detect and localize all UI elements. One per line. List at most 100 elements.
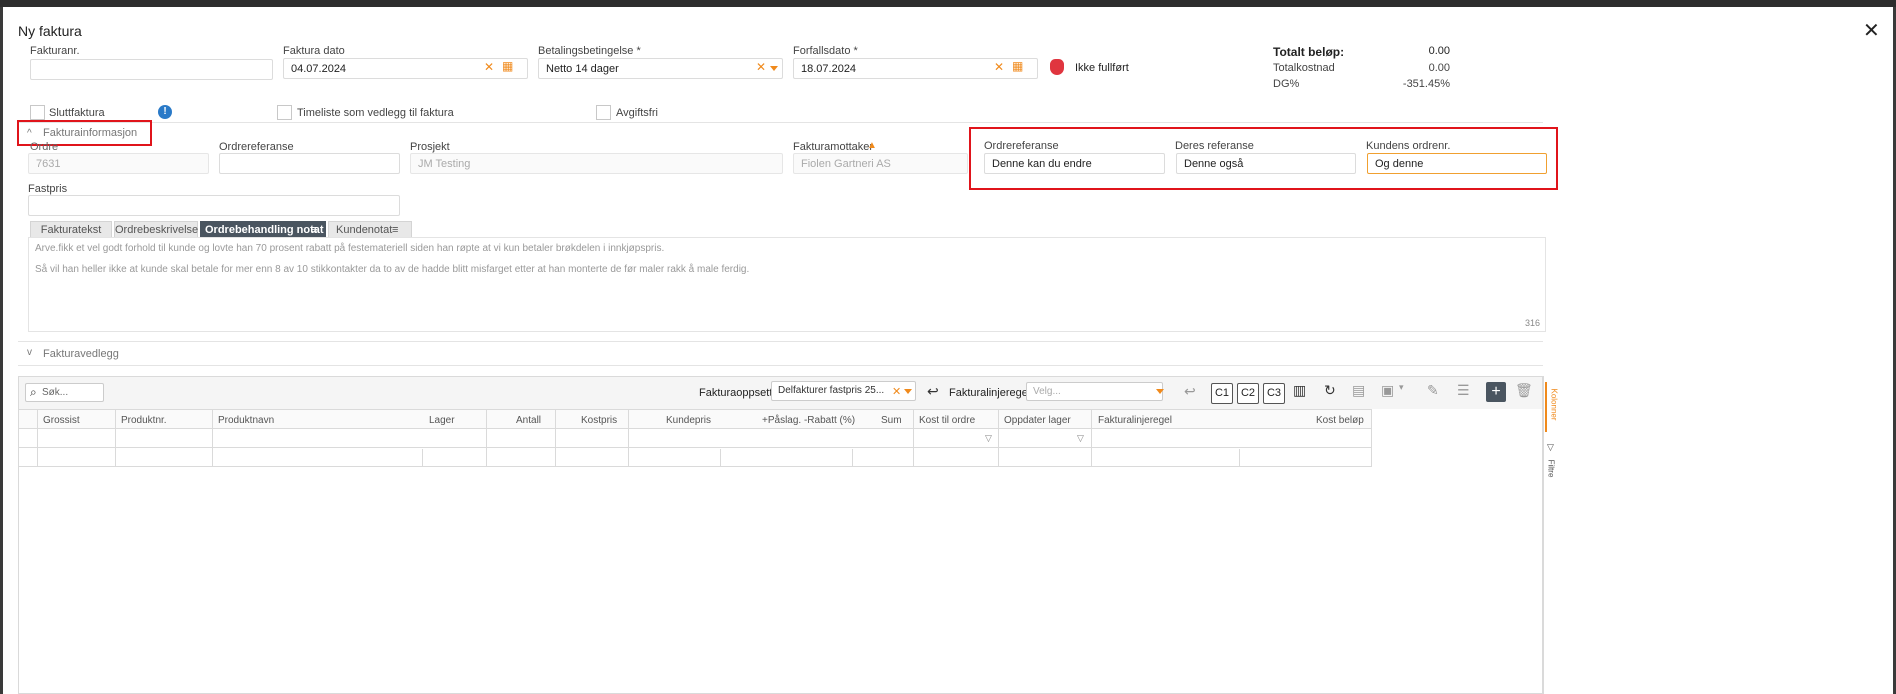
undo-icon[interactable]: ↩: [1184, 383, 1196, 400]
refresh-icon[interactable]: ↻: [1324, 382, 1336, 399]
clear-icon[interactable]: ✕: [892, 385, 901, 398]
col-lager[interactable]: Lager: [429, 415, 455, 426]
payment-terms-select[interactable]: Netto 14 dager: [538, 58, 783, 79]
customer-order-input[interactable]: Og denne: [1367, 153, 1547, 174]
col-paslag-rabatt[interactable]: +Påslag. -Rabatt (%): [762, 415, 855, 426]
col-produktnavn[interactable]: Produktnavn: [218, 415, 274, 426]
chevron-down-icon[interactable]: ▾: [1399, 382, 1404, 393]
undo-icon[interactable]: ↩: [927, 383, 939, 400]
timesheet-label: Timeliste som vedlegg til faktura: [297, 107, 454, 119]
status-text: Ikke fullført: [1075, 62, 1129, 74]
calendar-icon[interactable]: ▦: [1012, 59, 1023, 73]
col-oppdater-lager[interactable]: Oppdater lager: [1004, 415, 1071, 426]
due-date-value: 18.07.2024: [801, 63, 857, 75]
clear-icon[interactable]: ✕: [994, 60, 1004, 74]
tab-ordrebehandling-notat[interactable]: Ordrebehandling notat ≡: [200, 221, 326, 238]
table-row[interactable]: [19, 449, 1372, 467]
side-tab-filters[interactable]: ▽ Filtre: [1545, 442, 1557, 484]
recipient-label: Fakturamottaker: [793, 141, 874, 153]
section-attach-title[interactable]: Fakturavedlegg: [43, 348, 119, 360]
calendar-icon[interactable]: ▦: [502, 59, 513, 73]
col-sum[interactable]: Sum: [881, 415, 902, 426]
columns-icon[interactable]: ▥: [1293, 382, 1306, 399]
col-kost-belop[interactable]: Kost beløp: [1316, 415, 1364, 426]
section-info-title[interactable]: Fakturainformasjon: [43, 127, 137, 139]
order-label: Ordre: [30, 141, 59, 153]
col-produktnr[interactable]: Produktnr.: [121, 415, 167, 426]
col-divider: [1239, 449, 1240, 467]
add-row-button[interactable]: +: [1486, 382, 1506, 402]
trash-icon[interactable]: 🗑: [1515, 382, 1533, 399]
col-fakturalinjeregel[interactable]: Fakturalinjeregel: [1098, 415, 1172, 426]
col-divider: [37, 409, 38, 467]
timesheet-checkbox[interactable]: [277, 105, 292, 120]
their-ref-input[interactable]: Denne også: [1176, 153, 1356, 174]
final-invoice-label: Sluttfaktura: [49, 107, 105, 119]
chevron-down-icon[interactable]: [904, 389, 912, 394]
rule-placeholder: Velg...: [1033, 386, 1061, 397]
chevron-down-icon[interactable]: [770, 66, 778, 71]
chevron-down-icon[interactable]: [1156, 389, 1164, 394]
clear-icon[interactable]: ✕: [484, 60, 494, 74]
their-ref-label: Deres referanse: [1175, 140, 1254, 152]
filter-icon[interactable]: ▽: [985, 433, 992, 444]
search-input[interactable]: ⌕ Søk...: [25, 383, 104, 402]
tab-label: Ordrebehandling notat: [205, 224, 324, 236]
dg-label: DG%: [1273, 78, 1300, 90]
tab-ordrebeskrivelse[interactable]: Ordrebeskrivelse: [114, 221, 198, 238]
final-invoice-checkbox[interactable]: [30, 105, 45, 120]
col-grossist[interactable]: Grossist: [43, 415, 80, 426]
divider: [18, 122, 1543, 123]
c1-button[interactable]: C1: [1211, 383, 1233, 404]
project-input: JM Testing: [410, 153, 783, 174]
tab-fakturatekst[interactable]: Fakturatekst: [30, 221, 112, 238]
indent-icon[interactable]: ☰: [1457, 382, 1470, 399]
col-divider: [720, 449, 721, 467]
col-kostpris[interactable]: Kostpris: [581, 415, 617, 426]
setup-value: Delfakturer fastpris 25...: [778, 385, 885, 396]
col-divider: [628, 409, 629, 467]
order-ref-input[interactable]: [219, 153, 400, 174]
note-textarea[interactable]: Arve.fikk et vel godt forhold til kunde …: [28, 237, 1546, 332]
search-icon: ⌕: [30, 385, 37, 399]
fixed-price-label: Fastpris: [28, 183, 68, 195]
col-divider: [486, 409, 487, 467]
total-cost-value: 0.00: [1428, 62, 1450, 74]
tax-free-label: Avgiftsfri: [616, 107, 658, 119]
list-icon: ≡: [311, 224, 318, 236]
invoice-no-input[interactable]: [30, 59, 273, 80]
c3-button[interactable]: C3: [1263, 383, 1285, 404]
col-kundepris[interactable]: Kundepris: [666, 415, 711, 426]
payment-terms-value: Netto 14 dager: [546, 63, 619, 75]
c2-button[interactable]: C2: [1237, 383, 1259, 404]
side-tab-columns[interactable]: Kolonner: [1545, 382, 1559, 432]
setup-label: Fakturaoppsett:: [699, 387, 776, 399]
pencil-icon[interactable]: ✎: [1427, 382, 1439, 399]
payment-terms-label: Betalingsbetingelse *: [538, 45, 641, 57]
col-kost-til-ordre[interactable]: Kost til ordre: [919, 415, 975, 426]
rule-select[interactable]: Velg...: [1026, 382, 1163, 401]
filter-icon[interactable]: ▽: [1077, 433, 1084, 444]
col-antall[interactable]: Antall: [516, 415, 541, 426]
side-tab-columns-label: Kolonner: [1549, 388, 1559, 421]
order-ref2-input[interactable]: Denne kan du endre: [984, 153, 1165, 174]
dg-value: -351.45%: [1402, 78, 1450, 90]
fixed-price-input[interactable]: [28, 195, 400, 216]
note-line: Så vil han heller ikke at kunde skal bet…: [35, 264, 750, 275]
info-icon[interactable]: !: [158, 105, 172, 119]
order-ref-label: Ordrereferanse: [219, 141, 294, 153]
close-icon[interactable]: ✕: [1863, 21, 1880, 41]
clear-icon[interactable]: ✕: [756, 60, 766, 74]
due-date-label: Forfallsdato *: [793, 45, 858, 57]
divider: [18, 341, 1543, 342]
tax-free-checkbox[interactable]: [596, 105, 611, 120]
recipient-input: Fiolen Gartneri AS: [793, 153, 968, 174]
tab-kundenotat[interactable]: Kundenotat ≡: [328, 221, 412, 238]
side-tab-filters-label: Filtre: [1546, 459, 1556, 478]
paste-icon[interactable]: ▣: [1381, 382, 1394, 399]
col-divider: [998, 409, 999, 467]
chevron-down-icon[interactable]: v: [27, 347, 32, 358]
col-divider: [1091, 409, 1092, 467]
excel-icon[interactable]: ▤: [1352, 382, 1365, 399]
chevron-up-icon[interactable]: ^: [27, 128, 32, 139]
